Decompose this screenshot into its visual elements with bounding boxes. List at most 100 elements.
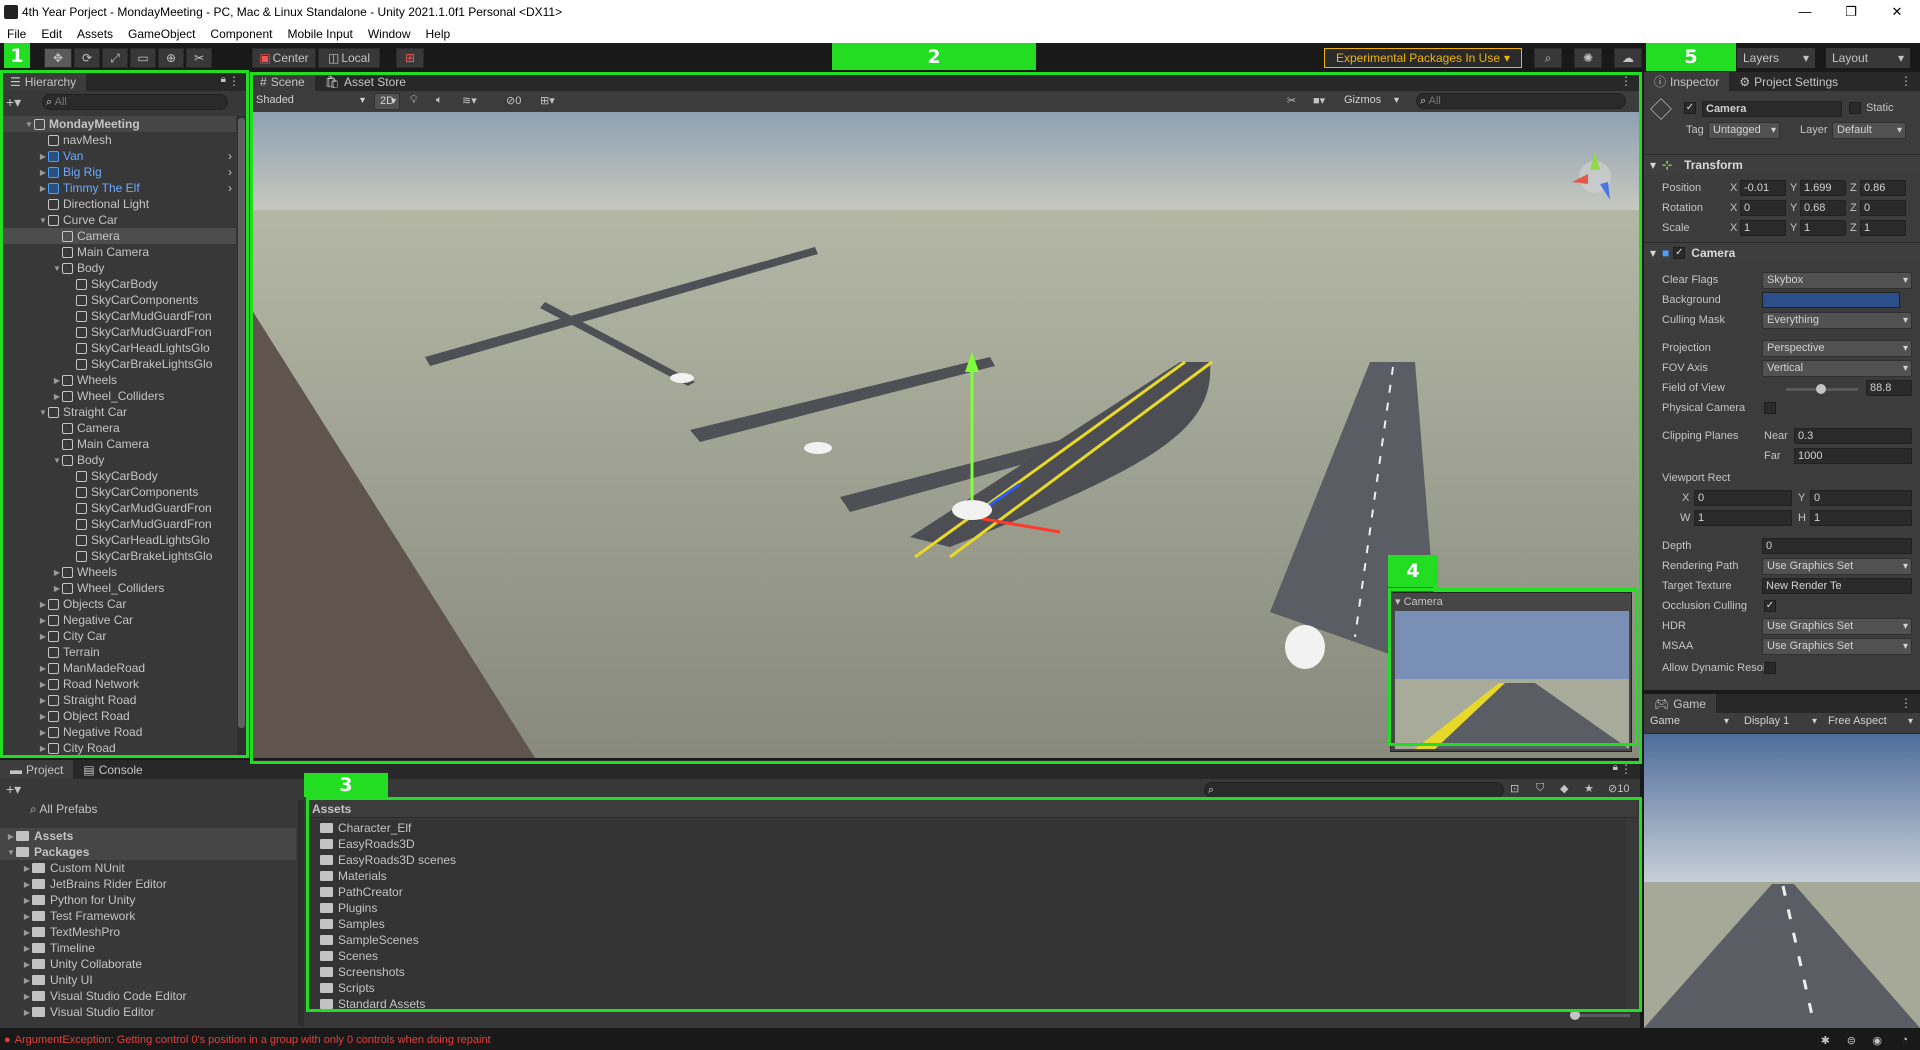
scene-search-input[interactable]: ⌕ All: [1416, 93, 1626, 109]
vp-x-field[interactable]: 0: [1694, 490, 1792, 506]
project-tree-item[interactable]: ▶ JetBrains Rider Editor: [0, 876, 296, 892]
create-asset-button[interactable]: +▾: [6, 781, 21, 798]
hierarchy-item[interactable]: ▶ Object Road: [0, 708, 236, 724]
tools-icon[interactable]: ✂: [1287, 94, 1296, 107]
hierarchy-item[interactable]: ▼ MondayMeeting: [0, 116, 236, 132]
asset-folder-item[interactable]: Screenshots: [306, 964, 1626, 980]
pivot-center-button[interactable]: ▣ Center: [252, 48, 316, 68]
chevron-right-icon[interactable]: ▶: [38, 184, 48, 193]
chevron-down-icon[interactable]: ▼: [24, 120, 34, 129]
project-tree-item[interactable]: ▶ Unity UI: [0, 972, 296, 988]
transform-y-field[interactable]: 1: [1800, 220, 1846, 236]
hierarchy-item[interactable]: ▶ Van ›: [0, 148, 236, 164]
hierarchy-search-input[interactable]: ⌕ All: [42, 94, 228, 110]
chevron-down-icon[interactable]: ▼: [52, 264, 62, 273]
splitter[interactable]: [298, 800, 304, 1026]
search-button[interactable]: ⌕: [1534, 48, 1562, 68]
hierarchy-item[interactable]: Directional Light: [0, 196, 236, 212]
debug-icon[interactable]: ✱: [1821, 1034, 1830, 1047]
project-tree-item[interactable]: ▶ Python for Unity: [0, 892, 296, 908]
tag-dropdown[interactable]: Untagged: [1708, 122, 1780, 139]
grid-icon[interactable]: ⊞▾: [540, 94, 555, 107]
chevron-right-icon[interactable]: ▶: [6, 832, 16, 841]
menu-file[interactable]: File: [0, 27, 34, 41]
chevron-right-icon[interactable]: ▶: [38, 632, 48, 641]
aspect-dropdown[interactable]: Free Aspect: [1824, 714, 1916, 731]
asset-folder-item[interactable]: Materials: [306, 868, 1626, 884]
tab-project[interactable]: ▬ Project: [0, 760, 74, 779]
transform-z-field[interactable]: 1: [1860, 220, 1906, 236]
game-mode-dropdown[interactable]: Game: [1646, 714, 1732, 731]
star-icon[interactable]: ★: [1584, 782, 1594, 795]
hierarchy-item[interactable]: ▼ Curve Car: [0, 212, 236, 228]
chevron-right-icon[interactable]: ▶: [22, 864, 32, 873]
tab-scene[interactable]: # Scene: [250, 72, 315, 91]
chevron-right-icon[interactable]: ▶: [22, 912, 32, 921]
clear-flags-dropdown[interactable]: Skybox: [1762, 272, 1912, 289]
hierarchy-item[interactable]: Camera: [0, 228, 236, 244]
chevron-right-icon[interactable]: ▶: [22, 880, 32, 889]
hierarchy-item[interactable]: Camera: [0, 420, 236, 436]
rendering-path-dropdown[interactable]: Use Graphics Set: [1762, 558, 1912, 575]
hierarchy-item[interactable]: ▶ Timmy The Elf ›: [0, 180, 236, 196]
kebab-menu-icon[interactable]: ⋮: [1900, 74, 1912, 88]
hierarchy-item[interactable]: SkyCarBrakeLightsGlo: [0, 548, 236, 564]
chevron-right-icon[interactable]: ▶: [22, 928, 32, 937]
menu-assets[interactable]: Assets: [70, 27, 121, 41]
menu-gameobject[interactable]: GameObject: [121, 27, 203, 41]
chevron-right-icon[interactable]: ▶: [38, 680, 48, 689]
occlusion-culling-checkbox[interactable]: ✓: [1764, 600, 1776, 612]
transform-tool-button[interactable]: ⊕: [158, 48, 184, 68]
chevron-down-icon[interactable]: ▼: [38, 408, 48, 417]
vp-h-field[interactable]: 1: [1810, 510, 1912, 526]
chevron-right-icon[interactable]: ▶: [38, 152, 48, 161]
hierarchy-item[interactable]: ▶ ManMadeRoad: [0, 660, 236, 676]
near-field[interactable]: 0.3: [1794, 428, 1912, 444]
chevron-right-icon[interactable]: ▶: [38, 696, 48, 705]
hierarchy-item[interactable]: Main Camera: [0, 244, 236, 260]
hidden-objects-icon[interactable]: ⊘0: [506, 94, 521, 107]
project-search-input[interactable]: ⌕: [1204, 782, 1504, 798]
chevron-right-icon[interactable]: ▶: [38, 712, 48, 721]
asset-folder-item[interactable]: Samples: [306, 916, 1626, 932]
scroll-thumb[interactable]: [238, 118, 245, 728]
asset-folder-item[interactable]: SampleScenes: [306, 932, 1626, 948]
asset-folder-item[interactable]: Standard Assets: [306, 996, 1626, 1010]
hierarchy-item[interactable]: SkyCarMudGuardFron: [0, 516, 236, 532]
grid-snap-button[interactable]: ⊞: [396, 48, 424, 68]
close-button[interactable]: ✕: [1874, 0, 1920, 24]
hierarchy-item[interactable]: ▶ Wheels: [0, 564, 236, 580]
layer-dropdown[interactable]: Default: [1832, 122, 1906, 139]
project-tree-item[interactable]: ▶ Visual Studio Code Editor: [0, 988, 296, 1004]
kebab-menu-icon[interactable]: ⋮: [1620, 74, 1632, 88]
hierarchy-item[interactable]: ▼ Body: [0, 260, 236, 276]
camera-enabled-checkbox[interactable]: ✓: [1673, 246, 1686, 259]
chevron-right-icon[interactable]: ▶: [38, 744, 48, 753]
hierarchy-item[interactable]: ▶ Wheel_Colliders: [0, 388, 236, 404]
hierarchy-item[interactable]: SkyCarBrakeLightsGlo: [0, 356, 236, 372]
icon-size-thumb[interactable]: [1570, 1010, 1580, 1020]
asset-folder-item[interactable]: PathCreator: [306, 884, 1626, 900]
hierarchy-item[interactable]: ▶ City Car: [0, 628, 236, 644]
tab-hierarchy[interactable]: ☰ Hierarchy: [0, 72, 87, 91]
move-tool-button[interactable]: ✥: [44, 48, 72, 68]
menu-mobile-input[interactable]: Mobile Input: [280, 27, 360, 41]
camera-settings-icon[interactable]: ■▾: [1313, 94, 1325, 107]
transform-x-field[interactable]: 1: [1740, 220, 1786, 236]
kebab-menu-icon[interactable]: ⋮: [228, 74, 240, 88]
open-prefab-icon[interactable]: ›: [228, 149, 232, 163]
msaa-dropdown[interactable]: Use Graphics Set: [1762, 638, 1912, 655]
rect-tool-button[interactable]: ▭: [130, 48, 156, 68]
hierarchy-item[interactable]: ▶ Big Rig ›: [0, 164, 236, 180]
culling-mask-dropdown[interactable]: Everything: [1762, 312, 1912, 329]
hierarchy-item[interactable]: SkyCarMudGuardFron: [0, 308, 236, 324]
chevron-right-icon[interactable]: ▶: [52, 376, 62, 385]
toggle-2d-button[interactable]: 2D: [374, 93, 400, 110]
chevron-right-icon[interactable]: ▶: [22, 1008, 32, 1017]
pivot-local-button[interactable]: ◫ Local: [318, 48, 380, 68]
transform-x-field[interactable]: 0: [1740, 200, 1786, 216]
transform-y-field[interactable]: 0.68: [1800, 200, 1846, 216]
tag-icon[interactable]: ◆: [1560, 782, 1568, 795]
hierarchy-item[interactable]: ▶ Straight Road: [0, 692, 236, 708]
far-field[interactable]: 1000: [1794, 448, 1912, 464]
